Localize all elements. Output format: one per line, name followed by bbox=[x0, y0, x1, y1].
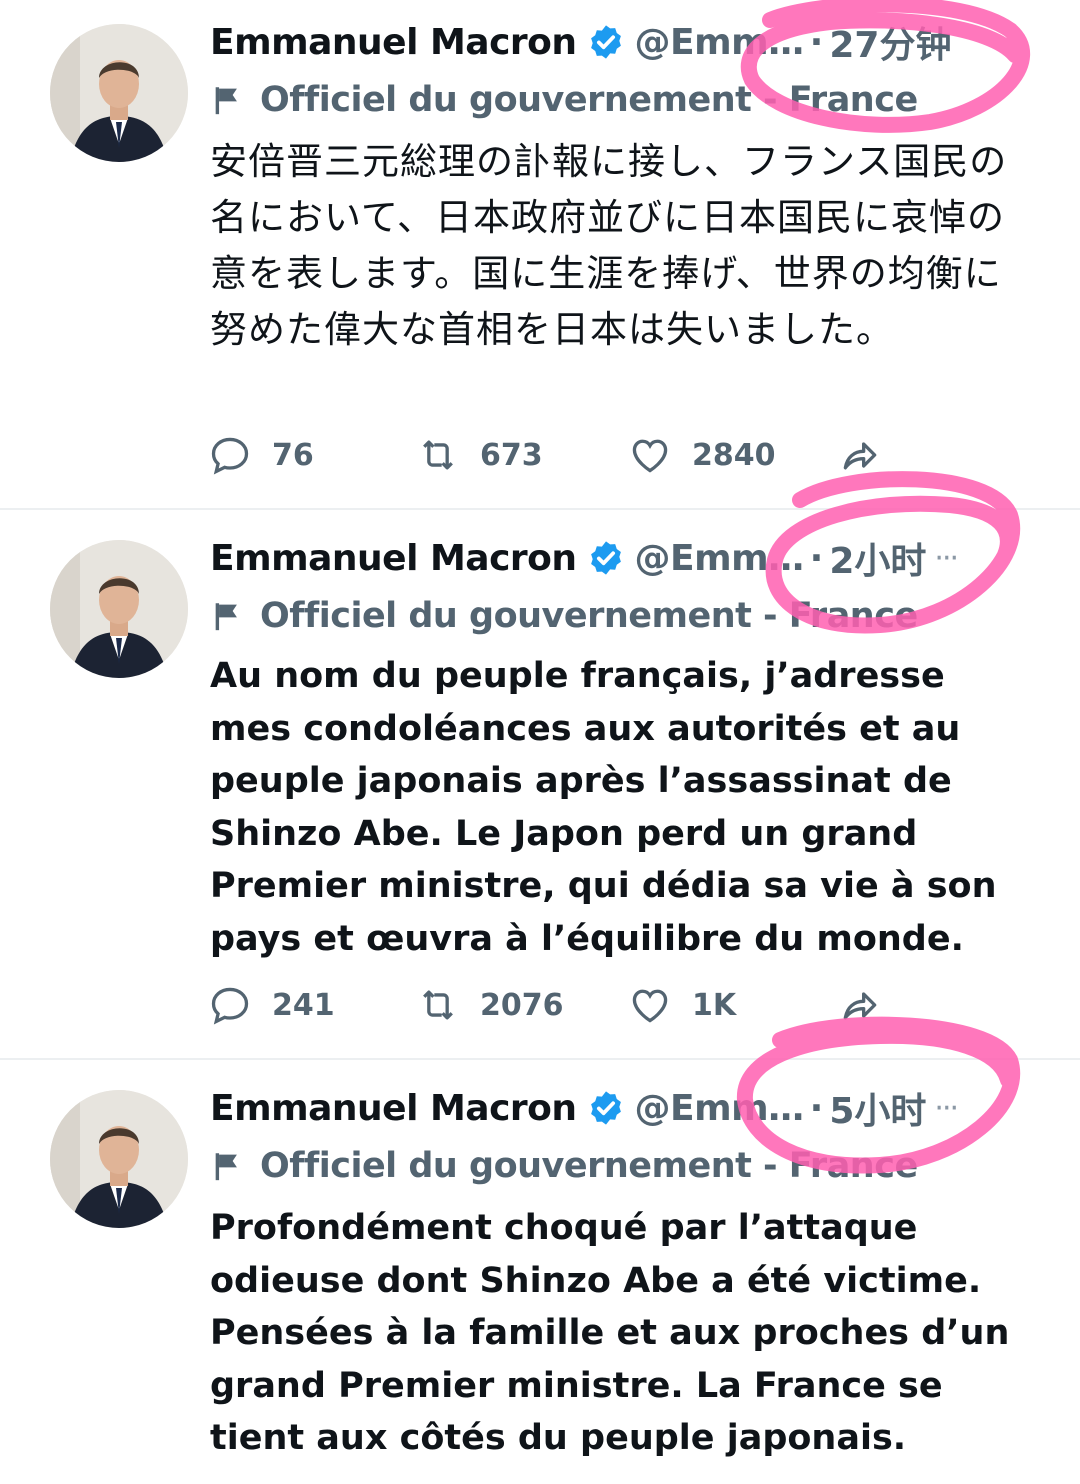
share-button[interactable] bbox=[838, 430, 882, 480]
retweet-count: 673 bbox=[480, 437, 543, 473]
author-name[interactable]: Emmanuel Macron bbox=[210, 538, 577, 579]
like-count: 1K bbox=[692, 987, 737, 1023]
like-button[interactable]: 2840 bbox=[628, 430, 776, 480]
tweet-2[interactable]: Emmanuel Macron @Emm… · 2小时 ··· Officiel… bbox=[0, 510, 1080, 1060]
author-name[interactable]: Emmanuel Macron bbox=[210, 22, 577, 63]
share-button[interactable] bbox=[838, 980, 882, 1030]
separator-dot: · bbox=[809, 21, 824, 63]
retweet-icon bbox=[423, 990, 453, 1020]
tweet-actions: 241 2076 1K bbox=[208, 980, 1048, 1030]
retweet-count: 2076 bbox=[480, 987, 564, 1023]
tweet-time[interactable]: 2小时 bbox=[829, 532, 926, 584]
more-icon[interactable]: ··· bbox=[934, 541, 959, 576]
retweet-icon bbox=[423, 440, 453, 470]
reply-button[interactable]: 241 bbox=[208, 980, 335, 1030]
verified-badge-icon bbox=[590, 25, 621, 59]
share-icon bbox=[843, 442, 877, 470]
tweet-time[interactable]: 5小时 bbox=[829, 1082, 926, 1134]
reply-count: 241 bbox=[272, 987, 335, 1023]
like-button[interactable]: 1K bbox=[628, 980, 736, 1030]
tweet-time[interactable]: 27分钟 bbox=[829, 16, 951, 68]
government-label[interactable]: Officiel du gouvernement - France bbox=[260, 1146, 918, 1186]
retweet-button[interactable]: 673 bbox=[416, 430, 543, 480]
avatar[interactable] bbox=[50, 1090, 188, 1228]
share-icon bbox=[843, 992, 877, 1020]
author-handle[interactable]: @Emm… bbox=[635, 22, 805, 63]
tweet-text: 安倍晋三元総理の訃報に接し、フランス国民の名において、日本政府並びに日本国民に哀… bbox=[210, 140, 1008, 351]
government-label[interactable]: Officiel du gouvernement - France bbox=[260, 80, 918, 120]
government-flag-icon bbox=[215, 1153, 237, 1181]
separator-dot: · bbox=[809, 537, 824, 579]
verified-badge-icon bbox=[590, 1091, 621, 1125]
tweet-text: Profondément choqué par l’attaque odieus… bbox=[210, 1208, 1010, 1458]
retweet-button[interactable]: 2076 bbox=[416, 980, 564, 1030]
tweet-1[interactable]: Emmanuel Macron @Emm… · 27分钟 Officiel du… bbox=[0, 0, 1080, 510]
government-flag-icon bbox=[215, 87, 237, 115]
government-label[interactable]: Officiel du gouvernement - France bbox=[260, 596, 918, 636]
separator-dot: · bbox=[809, 1087, 824, 1129]
reply-button[interactable]: 76 bbox=[208, 430, 314, 480]
author-name[interactable]: Emmanuel Macron bbox=[210, 1088, 577, 1129]
avatar[interactable] bbox=[50, 24, 188, 162]
like-count: 2840 bbox=[692, 437, 776, 473]
avatar[interactable] bbox=[50, 540, 188, 678]
verified-badge-icon bbox=[590, 541, 621, 575]
tweet-actions: 76 673 2840 bbox=[208, 430, 1048, 480]
more-icon[interactable]: ··· bbox=[934, 1091, 959, 1126]
like-icon bbox=[632, 989, 668, 1023]
reply-count: 76 bbox=[272, 437, 314, 473]
author-handle[interactable]: @Emm… bbox=[635, 538, 805, 579]
government-flag-icon bbox=[215, 603, 237, 631]
reply-icon bbox=[211, 987, 249, 1025]
like-icon bbox=[632, 439, 668, 473]
reply-icon bbox=[211, 437, 249, 475]
author-handle[interactable]: @Emm… bbox=[635, 1088, 805, 1129]
tweet-3[interactable]: Emmanuel Macron @Emm… · 5小时 ··· Officiel… bbox=[0, 1060, 1080, 1484]
tweet-text: Au nom du peuple français, j’adresse mes… bbox=[210, 656, 997, 959]
